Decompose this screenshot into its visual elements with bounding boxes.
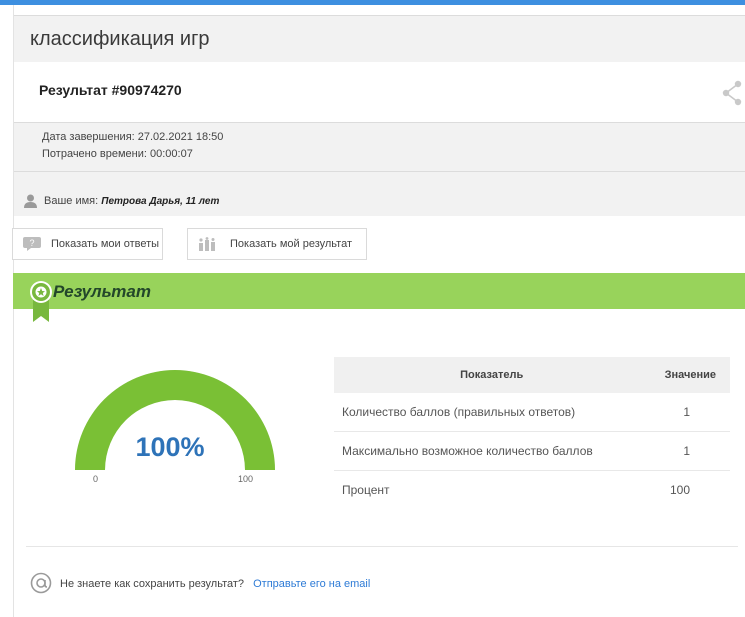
gauge-percent: 100% — [135, 432, 205, 462]
show-result-button[interactable]: Показать мой результат — [187, 228, 367, 260]
show-answers-button[interactable]: ? Показать мои ответы — [12, 228, 163, 260]
people-chart-icon — [199, 237, 215, 251]
score-gauge — [75, 370, 275, 470]
footer-divider — [26, 546, 738, 547]
page-title: классификация игр — [30, 28, 210, 50]
metrics-table: Показатель Значение Количество баллов (п… — [334, 357, 730, 509]
show-answers-label: Показать мои ответы — [51, 238, 160, 250]
completion-date: Дата завершения: 27.02.2021 18:50 — [42, 131, 224, 143]
header-indicator: Показатель — [334, 357, 650, 393]
save-hint-question: Не знаете как сохранить результат? — [60, 578, 245, 590]
user-name: Ваше имя: Петрова Дарья, 11 лет — [44, 195, 219, 207]
user-icon — [24, 194, 37, 208]
row-indicator: Количество баллов (правильных ответов) — [334, 393, 650, 432]
result-card: классификация игр Результат #90974270 Да… — [13, 5, 745, 617]
result-id-title: Результат #90974270 — [39, 82, 182, 98]
result-section-header: Результат — [13, 273, 745, 309]
gauge-max-label: 100 — [238, 474, 254, 484]
completion-info: Дата завершения: 27.02.2021 18:50 Потрач… — [14, 123, 745, 172]
save-hint: Не знаете как сохранить результат? Отпра… — [60, 578, 370, 590]
table-row: Количество баллов (правильных ответов) 1 — [334, 393, 730, 432]
page-title-bar: классификация игр — [14, 15, 745, 63]
header-value: Значение — [649, 357, 730, 393]
email-link[interactable]: Отправьте его на email — [253, 578, 370, 590]
time-spent: Потрачено времени: 00:00:07 — [42, 148, 193, 160]
row-value: 1 — [649, 393, 730, 432]
result-header: Результат #90974270 — [14, 62, 745, 123]
award-ribbon-icon — [30, 281, 52, 322]
table-header-row: Показатель Значение — [334, 357, 730, 393]
show-result-label: Показать мой результат — [230, 238, 352, 250]
user-name-label: Ваше имя: — [44, 195, 99, 207]
question-bubble-icon: ? — [23, 237, 41, 251]
user-name-bar: Ваше имя: Петрова Дарья, 11 лет — [14, 172, 745, 216]
row-indicator: Максимально возможное количество баллов — [334, 431, 650, 471]
share-icon[interactable] — [720, 79, 744, 107]
svg-text:?: ? — [29, 238, 34, 248]
result-section-title: Результат — [53, 282, 151, 301]
row-value: 100 — [669, 483, 690, 497]
gauge-min-label: 0 — [93, 474, 99, 484]
table-row: Максимально возможное количество баллов … — [334, 431, 730, 471]
email-at-icon — [30, 572, 52, 594]
user-name-value: Петрова Дарья, 11 лет — [101, 196, 220, 207]
table-row: Процент 100 — [334, 471, 730, 510]
row-value: 1 — [649, 431, 730, 471]
row-indicator: Процент — [342, 483, 390, 497]
